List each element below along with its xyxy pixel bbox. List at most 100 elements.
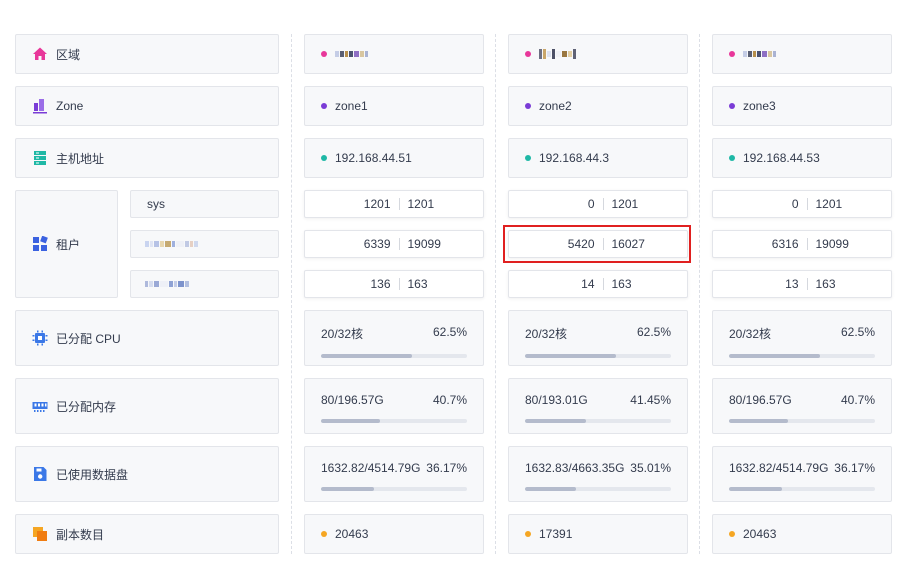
progress-fill [525, 419, 586, 423]
tenant-used: 0 [587, 197, 595, 211]
progress-fill [729, 354, 821, 358]
disk-cell: 1632.82/4514.79G 36.17% [712, 446, 892, 502]
redacted-text [145, 281, 189, 287]
region-label: 区域 [56, 47, 81, 62]
memory-cell: 80/196.57G 40.7% [712, 378, 892, 434]
cpu-progress-bar [525, 354, 671, 358]
replica-value: 20463 [335, 527, 369, 541]
cpu-cell: 20/32核 62.5% [508, 310, 688, 366]
disk-percent: 35.01% [630, 461, 671, 475]
redacted-text [743, 51, 776, 57]
row-label-tenant: 租户 [15, 190, 118, 298]
cpu-icon [32, 330, 48, 346]
memory-percent: 41.45% [630, 393, 671, 407]
memory-percent: 40.7% [432, 393, 467, 407]
memory-label: 已分配内存 [56, 399, 117, 414]
memory-progress-bar [729, 419, 875, 423]
row-label-cpu: 已分配 CPU [15, 310, 279, 366]
tenant-total: 163 [611, 277, 632, 291]
tenant-count-cell: 13 163 [712, 270, 892, 298]
memory-cell: 80/196.57G 40.7% [304, 378, 484, 434]
memory-icon [32, 398, 48, 414]
tenant-total: 1201 [407, 197, 435, 211]
disk-percent: 36.17% [426, 461, 467, 475]
row-label-region: 区域 [15, 34, 279, 74]
tenant-label: 租户 [56, 237, 81, 252]
disk-percent: 36.17% [834, 461, 875, 475]
memory-progress-bar [321, 419, 467, 423]
tenant-count-cell: 0 1201 [712, 190, 892, 218]
cpu-progress-bar [321, 354, 467, 358]
tenant-total: 19099 [407, 237, 441, 251]
zone-value: zone2 [539, 99, 572, 113]
status-dot [525, 103, 531, 109]
column-divider [291, 34, 292, 554]
zone-value: zone1 [335, 99, 368, 113]
server-icon [32, 150, 48, 166]
progress-fill [729, 419, 789, 423]
row-label-memory: 已分配内存 [15, 378, 279, 434]
cpu-usage: 20/32核 [525, 327, 568, 341]
tenant-used: 6339 [363, 237, 391, 251]
region-cell [712, 34, 892, 74]
cpu-cell: 20/32核 62.5% [304, 310, 484, 366]
region-cell [304, 34, 484, 74]
replica-cell: 20463 [712, 514, 892, 554]
disk-cell: 1632.82/4514.79G 36.17% [304, 446, 484, 502]
memory-progress-bar [525, 419, 671, 423]
host-value: 192.168.44.51 [335, 151, 412, 165]
progress-fill [321, 419, 381, 423]
status-dot [525, 51, 531, 57]
highlight-box [503, 225, 691, 263]
disk-progress-bar [321, 487, 467, 491]
chart-icon [32, 98, 48, 114]
tenant-count-cell: 6339 19099 [304, 230, 484, 258]
tenant-count-cell: 6316 19099 [712, 230, 892, 258]
tenant-total: 163 [815, 277, 836, 291]
disk-usage: 1632.82/4514.79G [321, 461, 421, 475]
redacted-text [335, 51, 368, 57]
redacted-text [539, 49, 576, 59]
region-cell [508, 34, 688, 74]
tenant-count-cell: 136 163 [304, 270, 484, 298]
cpu-label: 已分配 CPU [56, 331, 121, 346]
tenant-count-cell: 14 163 [508, 270, 688, 298]
host-value: 192.168.44.53 [743, 151, 820, 165]
tenant-count-cell: 1201 1201 [304, 190, 484, 218]
tenant-total: 1201 [815, 197, 843, 211]
status-dot [729, 51, 735, 57]
host-cell: 192.168.44.53 [712, 138, 892, 178]
disk-usage: 1632.83/4663.35G [525, 461, 625, 475]
tenant-sub-3 [130, 270, 279, 298]
tenant-used: 136 [370, 277, 391, 291]
replica-label: 副本数目 [56, 527, 105, 542]
host-value: 192.168.44.3 [539, 151, 610, 165]
zone-cell: zone3 [712, 86, 892, 126]
replica-value: 20463 [743, 527, 777, 541]
status-dot [321, 531, 327, 537]
cpu-cell: 20/32核 62.5% [712, 310, 892, 366]
zone-cell: zone1 [304, 86, 484, 126]
tenant-sys-label: sys [147, 197, 165, 211]
host-cell: 192.168.44.51 [304, 138, 484, 178]
progress-fill [525, 487, 577, 491]
cpu-percent: 62.5% [636, 325, 671, 339]
replica-cell: 20463 [304, 514, 484, 554]
progress-fill [729, 487, 782, 491]
status-dot [525, 155, 531, 161]
status-dot [729, 103, 735, 109]
memory-usage: 80/193.01G [525, 393, 588, 407]
tenant-used: 14 [581, 277, 595, 291]
memory-usage: 80/196.57G [729, 393, 792, 407]
tenant-used: 1201 [363, 197, 391, 211]
replica-cell: 17391 [508, 514, 688, 554]
redacted-text [145, 241, 198, 247]
memory-percent: 40.7% [840, 393, 875, 407]
column-divider [699, 34, 700, 554]
zone-label: Zone [56, 99, 84, 113]
tenant-total: 19099 [815, 237, 849, 251]
disk-progress-bar [729, 487, 875, 491]
status-dot [321, 155, 327, 161]
row-label-replica: 副本数目 [15, 514, 279, 554]
progress-fill [321, 354, 413, 358]
